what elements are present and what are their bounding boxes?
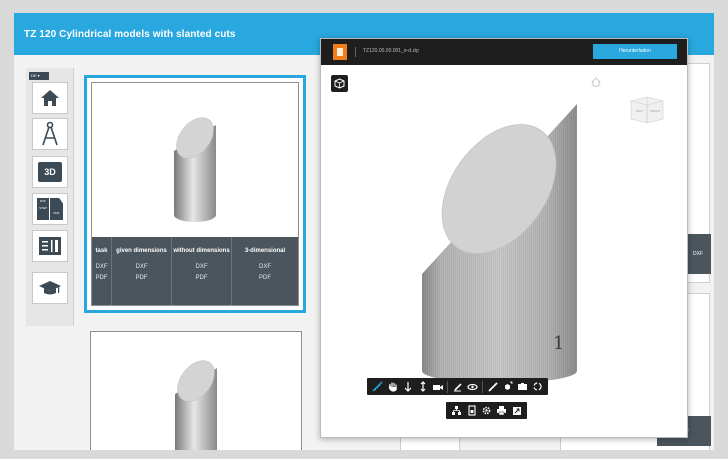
reset-view-icon[interactable] [530, 379, 545, 394]
sidebar-item-home[interactable] [32, 82, 68, 114]
sidebar-item-file-formats[interactable]: DXF STEP PDF [32, 193, 68, 225]
worksheet-icon [39, 237, 61, 255]
download-table: task DXF PDF given dimensions DXF PDF wi… [92, 237, 298, 305]
sidebar: DE ▾ 3D DXF STEP PDF [26, 68, 74, 326]
formats-icon: DXF STEP PDF [37, 198, 63, 220]
col-header: given dimensions [116, 247, 167, 254]
dxf-link[interactable]: DXF [259, 264, 271, 270]
format-pdf: PDF [53, 211, 60, 215]
viewer-header: TZ120.00.00.001_e-d.zip Herunterladen [321, 39, 687, 65]
dxf-link[interactable]: DXF [96, 264, 108, 270]
dxf-link[interactable]: DXF [685, 234, 711, 274]
measure-icon[interactable] [370, 379, 385, 394]
format-step: STEP [39, 206, 47, 210]
camera-icon[interactable] [430, 379, 445, 394]
col-given-dimensions: given dimensions DXF PDF [112, 237, 172, 305]
format-dxf: DXF [40, 199, 46, 203]
3d-icon: 3D [38, 162, 62, 182]
cylinder-thumbnail [174, 117, 216, 222]
col-header: task [95, 247, 108, 254]
model-card[interactable] [90, 331, 302, 450]
explode-icon[interactable] [500, 379, 515, 394]
structure-tree-icon[interactable] [449, 403, 464, 418]
export-icon[interactable] [464, 403, 479, 418]
pdf-link[interactable]: PDF [96, 275, 108, 281]
language-selector[interactable]: DE ▾ [29, 72, 49, 80]
dxf-link[interactable]: DXF [196, 264, 208, 270]
graduation-cap-icon [39, 281, 61, 295]
app-logo [333, 44, 347, 60]
model-card-inner: task DXF PDF given dimensions DXF PDF wi… [91, 82, 299, 306]
model-card-selected[interactable]: task DXF PDF given dimensions DXF PDF wi… [84, 75, 306, 313]
cylinder-thumbnail [175, 360, 217, 450]
sidebar-item-education[interactable] [32, 272, 68, 304]
pan-hand-icon[interactable] [385, 379, 400, 394]
col-3-dimensional: 3-dimensional DXF PDF [232, 237, 298, 305]
print-icon[interactable] [494, 403, 509, 418]
rotate-y-icon[interactable] [400, 379, 415, 394]
viewer-toolbar-secondary [446, 402, 527, 419]
pen-icon[interactable] [485, 379, 500, 394]
col-header: without dimensions [173, 247, 230, 254]
page-title: TZ 120 Cylindrical models with slanted c… [24, 29, 236, 40]
3d-label: 3D [44, 167, 56, 177]
3d-cylinder-model[interactable]: 1 [321, 69, 687, 389]
fullscreen-icon[interactable] [509, 403, 524, 418]
sidebar-item-3d-view[interactable]: 3D [32, 156, 68, 188]
dxf-link[interactable]: DXF [136, 264, 148, 270]
viewer-filename: TZ120.00.00.001_e-d.zip [363, 48, 419, 54]
settings-gear-icon[interactable] [479, 403, 494, 418]
hide-eye-icon[interactable] [465, 379, 480, 394]
sidebar-item-drawing-tools[interactable] [32, 118, 68, 150]
model-number-label: 1 [553, 333, 564, 354]
col-without-dimensions: without dimensions DXF PDF [172, 237, 232, 305]
viewer-toolbar-primary [367, 378, 548, 395]
pdf-link[interactable]: PDF [259, 275, 271, 281]
pdf-link[interactable]: PDF [196, 275, 208, 281]
sidebar-item-worksheet[interactable] [32, 230, 68, 262]
download-button[interactable]: Herunterladen [593, 44, 677, 59]
col-task: task DXF PDF [92, 237, 112, 305]
3d-viewer-window: TZ120.00.00.001_e-d.zip Herunterladen LE… [320, 38, 688, 438]
col-header: 3-dimensional [244, 247, 286, 254]
home-icon [41, 90, 59, 106]
rotate-z-icon[interactable] [415, 379, 430, 394]
section-cut-icon[interactable] [515, 379, 530, 394]
compass-icon [42, 121, 58, 146]
markup-pencil-icon[interactable] [450, 379, 465, 394]
pdf-link[interactable]: PDF [136, 275, 148, 281]
